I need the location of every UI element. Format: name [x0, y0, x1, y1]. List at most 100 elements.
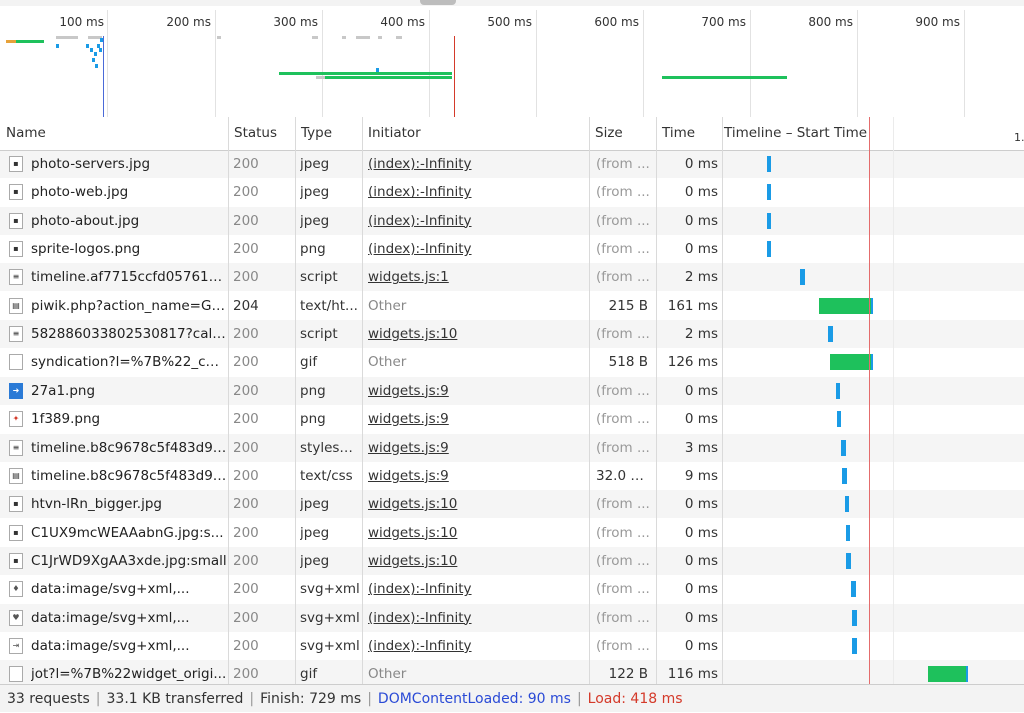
column-divider[interactable] [589, 117, 590, 684]
request-name[interactable]: photo-web.jpg [31, 178, 227, 206]
request-name[interactable]: htvn-lRn_bigger.jpg [31, 490, 227, 518]
request-name[interactable]: timeline.b8c9678c5f483d97... [31, 434, 227, 462]
request-initiator[interactable]: (index):-Infinity [368, 632, 586, 660]
request-name[interactable]: timeline.af7715ccfd05761b... [31, 263, 227, 291]
overview-drag-handle[interactable] [420, 0, 456, 5]
request-initiator[interactable]: widgets.js:1 [368, 263, 586, 291]
column-divider[interactable] [295, 117, 296, 684]
waterfall-bar[interactable] [836, 382, 840, 399]
request-name[interactable]: syndication?l=%7B%22_cat... [31, 348, 227, 376]
column-divider[interactable] [722, 117, 723, 684]
timeline-tick-label: 1.0 [1014, 131, 1024, 144]
request-name[interactable]: 582886033802530817?callb... [31, 320, 227, 348]
table-row[interactable]: ♥ data:image/svg+xml,... 200 svg+xml (index)… [0, 603, 1024, 632]
request-initiator[interactable]: (index):-Infinity [368, 575, 586, 603]
waterfall-bar[interactable] [767, 241, 771, 258]
request-size: (from ... [596, 326, 650, 343]
waterfall-bar[interactable] [830, 354, 873, 371]
image-icon: ▪ [9, 524, 23, 541]
request-initiator[interactable]: widgets.js:10 [368, 519, 586, 547]
column-divider[interactable] [656, 117, 657, 684]
request-initiator[interactable]: widgets.js:9 [368, 434, 586, 462]
request-name[interactable]: C1JrWD9XgAA3xde.jpg:small [31, 547, 227, 575]
table-row[interactable]: ▪ photo-servers.jpg 200 jpeg (index):-Infini… [0, 150, 1024, 178]
request-initiator[interactable]: widgets.js:10 [368, 547, 586, 575]
column-header-size[interactable]: Size [589, 117, 657, 150]
request-initiator[interactable]: (index):-Infinity [368, 604, 586, 632]
request-type: png [300, 382, 326, 399]
waterfall-bar[interactable] [800, 269, 805, 286]
column-header-status[interactable]: Status [228, 117, 295, 150]
table-row[interactable]: ▪ C1UX9mcWEAAabnG.jpg:s... 200 jpeg widgets.… [0, 519, 1024, 547]
request-initiator[interactable]: widgets.js:10 [368, 490, 586, 518]
image-icon: ▪ [9, 184, 23, 201]
waterfall-bar[interactable] [767, 184, 771, 201]
request-name[interactable]: data:image/svg+xml,... [31, 575, 227, 603]
table-row[interactable]: ≡ 582886033802530817?callb... 200 script wid… [0, 320, 1024, 349]
table-row[interactable]: ≡ timeline.b8c9678c5f483d97... 200 stylesh.… [0, 433, 1024, 462]
request-name[interactable]: C1UX9mcWEAAabnG.jpg:s... [31, 519, 227, 547]
table-row[interactable]: ▪ photo-web.jpg 200 jpeg (index):-Infinity (f… [0, 178, 1024, 206]
table-row[interactable]: ▤ timeline.b8c9678c5f483d97... 200 text/css… [0, 462, 1024, 490]
table-row[interactable]: ▪ C1JrWD9XgAA3xde.jpg:small 200 jpeg widgets… [0, 546, 1024, 575]
waterfall-bar[interactable] [846, 524, 850, 541]
table-row[interactable]: ✦ 1f389.png 200 png widgets.js:9 (from ... 0 m… [0, 405, 1024, 433]
request-name[interactable]: timeline.b8c9678c5f483d97... [31, 462, 227, 490]
request-size: 122 B [608, 666, 648, 683]
table-row[interactable]: ♦ data:image/svg+xml,... 200 svg+xml (index)… [0, 575, 1024, 603]
table-row[interactable]: ▤ piwik.php?action_name=GR... 204 text/ht..… [0, 292, 1024, 320]
waterfall-bar[interactable] [837, 411, 841, 428]
request-initiator[interactable]: (index):-Infinity [368, 235, 586, 263]
request-name[interactable]: 1f389.png [31, 405, 227, 433]
request-name[interactable]: piwik.php?action_name=GR... [31, 292, 227, 320]
waterfall-bar[interactable] [928, 666, 968, 683]
request-initiator[interactable]: widgets.js:9 [368, 405, 586, 433]
request-type: jpeg [300, 524, 330, 541]
request-size: (from ... [596, 552, 650, 569]
waterfall-bar[interactable] [846, 552, 851, 569]
overview-request-bar [312, 36, 318, 39]
request-type: gif [300, 354, 318, 371]
request-initiator[interactable]: widgets.js:9 [368, 462, 586, 490]
request-initiator[interactable]: (index):-Infinity [368, 178, 586, 206]
request-name[interactable]: 27a1.png [31, 377, 227, 405]
request-name[interactable]: jot?l=%7B%22widget_origi... [31, 660, 227, 684]
table-row[interactable]: syndication?l=%7B%22_cat... 200 gif Other 51… [0, 348, 1024, 376]
waterfall-bar[interactable] [852, 609, 857, 626]
request-initiator[interactable]: (index):-Infinity [368, 150, 586, 178]
request-name[interactable]: sprite-logos.png [31, 235, 227, 263]
waterfall-bar[interactable] [841, 439, 846, 456]
request-initiator[interactable]: (index):-Infinity [368, 207, 586, 235]
waterfall-bar[interactable] [851, 581, 856, 598]
waterfall-bar[interactable] [819, 297, 873, 314]
column-divider[interactable] [362, 117, 363, 684]
column-header-name[interactable]: Name [0, 117, 228, 150]
column-header-initiator[interactable]: Initiator [362, 117, 590, 150]
timeline-overview[interactable]: 100 ms 200 ms 300 ms 400 ms 500 ms 600 m… [0, 0, 1024, 118]
load-marker [454, 36, 455, 117]
request-initiator[interactable]: widgets.js:10 [368, 320, 586, 348]
request-initiator[interactable]: widgets.js:9 [368, 377, 586, 405]
table-row[interactable]: ▪ htvn-lRn_bigger.jpg 200 jpeg widgets.js:10… [0, 490, 1024, 519]
waterfall-bar[interactable] [828, 326, 833, 343]
arrow-right-icon: ➜ [9, 382, 23, 399]
waterfall-bar[interactable] [767, 212, 771, 229]
column-header-timeline[interactable]: Timeline – Start Time [718, 117, 894, 150]
request-name[interactable]: data:image/svg+xml,... [31, 604, 227, 632]
waterfall-bar[interactable] [852, 637, 857, 654]
table-row[interactable]: jot?l=%7B%22widget_origi... 200 gif Other 12… [0, 660, 1024, 684]
request-name[interactable]: photo-about.jpg [31, 207, 227, 235]
table-row[interactable]: ⇥ data:image/svg+xml,... 200 svg+xml (index)… [0, 632, 1024, 660]
waterfall-bar[interactable] [842, 467, 847, 484]
waterfall-bar[interactable] [845, 496, 849, 513]
column-header-type[interactable]: Type [295, 117, 363, 150]
column-header-time[interactable]: Time [656, 117, 722, 150]
column-divider[interactable] [228, 117, 229, 684]
waterfall-bar[interactable] [767, 156, 771, 172]
request-name[interactable]: photo-servers.jpg [31, 150, 227, 178]
table-row[interactable]: ≡ timeline.af7715ccfd05761b... 200 script wi… [0, 263, 1024, 292]
table-row[interactable]: ➜ 27a1.png 200 png widgets.js:9 (from ... 0 ms [0, 376, 1024, 405]
table-row[interactable]: ▪ sprite-logos.png 200 png (index):-Infinity… [0, 235, 1024, 263]
request-name[interactable]: data:image/svg+xml,... [31, 632, 227, 660]
table-row[interactable]: ▪ photo-about.jpg 200 jpeg (index):-Infinity… [0, 206, 1024, 235]
